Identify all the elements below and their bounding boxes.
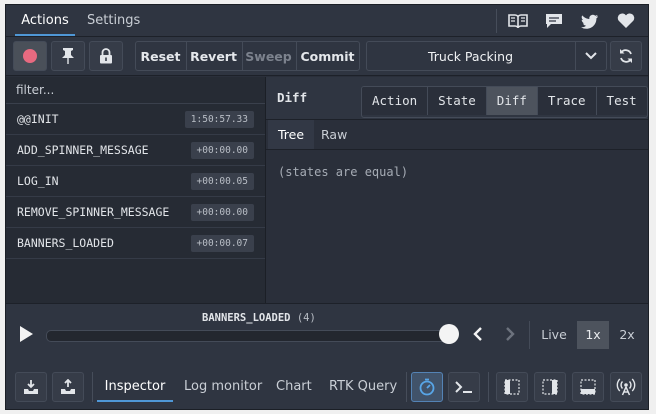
tab-rtk-query[interactable]: RTK Query xyxy=(329,372,397,402)
current-action-name: BANNERS_LOADED xyxy=(202,312,291,324)
speed-1x-button[interactable]: 1x xyxy=(577,321,609,349)
broadcast-antenna-icon xyxy=(616,378,636,396)
tab-action[interactable]: Action xyxy=(362,87,428,115)
dock-left-button[interactable] xyxy=(496,372,528,402)
devtools-window: Actions Settings Reset Revert Sweep Comm… xyxy=(5,4,649,410)
filter-input[interactable]: filter... xyxy=(6,77,265,104)
tab-state[interactable]: State xyxy=(427,87,486,115)
divider xyxy=(496,9,497,33)
export-button[interactable] xyxy=(52,372,84,402)
sync-icon xyxy=(620,49,632,63)
docs-book-icon[interactable] xyxy=(503,9,533,33)
action-name: LOG_IN xyxy=(17,174,59,188)
export-tray-icon xyxy=(61,379,75,394)
action-time: +00:00.00 xyxy=(190,142,254,159)
play-icon[interactable] xyxy=(18,325,34,343)
action-time: +00:00.07 xyxy=(190,235,254,252)
terminal-icon xyxy=(455,381,472,393)
monitor-tab-bar: Inspector Log monitor Chart RTK Query xyxy=(6,364,648,409)
import-button[interactable] xyxy=(15,372,47,402)
chevron-down-icon[interactable] xyxy=(575,41,606,71)
action-time: +00:00.05 xyxy=(190,173,254,190)
divider xyxy=(529,321,530,349)
reset-button[interactable]: Reset xyxy=(136,41,185,71)
inspector-panel: Diff Action State Diff Trace Test Tree R… xyxy=(266,77,648,303)
pin-button[interactable] xyxy=(51,41,85,71)
dock-right-button[interactable] xyxy=(534,372,566,402)
timeline-handle[interactable] xyxy=(439,324,459,344)
step-back-icon[interactable] xyxy=(472,326,484,342)
tab-diff[interactable]: Diff xyxy=(485,87,537,115)
timeline-track[interactable] xyxy=(46,330,452,342)
dock-bottom-button[interactable] xyxy=(572,372,604,402)
action-name: REMOVE_SPINNER_MESSAGE xyxy=(17,205,170,219)
action-name: @@INIT xyxy=(17,112,59,126)
top-tab-bar: Actions Settings xyxy=(6,5,648,37)
remote-button[interactable] xyxy=(610,372,642,402)
instance-select-value: Truck Packing xyxy=(427,48,514,64)
divider xyxy=(92,372,93,402)
revert-button[interactable]: Revert xyxy=(186,41,241,71)
sweep-button[interactable]: Sweep xyxy=(242,41,295,71)
action-row-remove-spinner-message[interactable]: REMOVE_SPINNER_MESSAGE +00:00.00 xyxy=(6,197,265,228)
subtab-tree[interactable]: Tree xyxy=(268,120,315,149)
dock-right-icon xyxy=(542,379,558,395)
twitter-bird-icon[interactable] xyxy=(575,9,605,33)
divider xyxy=(488,372,489,402)
view-subtabs: Tree Raw xyxy=(266,120,648,150)
playback-slider-bar: BANNERS_LOADED (4) Live 1x 2x xyxy=(6,303,648,365)
sync-button[interactable] xyxy=(610,41,642,71)
action-list-panel: filter... @@INIT 1:50:57.33 ADD_SPINNER_… xyxy=(6,77,266,303)
toolbar: Reset Revert Sweep Commit Truck Packing xyxy=(6,37,648,76)
heart-icon[interactable] xyxy=(611,9,641,33)
tab-log-monitor[interactable]: Log monitor xyxy=(184,372,262,402)
record-dot-icon xyxy=(23,49,37,63)
pin-icon xyxy=(62,48,74,64)
lock-icon xyxy=(100,48,112,64)
current-action-label: BANNERS_LOADED (4) xyxy=(202,312,316,324)
action-time: 1:50:57.33 xyxy=(184,111,254,128)
lock-button[interactable] xyxy=(89,41,123,71)
action-row-log-in[interactable]: LOG_IN +00:00.05 xyxy=(6,166,265,197)
action-name: ADD_SPINNER_MESSAGE xyxy=(17,143,149,157)
commit-button[interactable]: Commit xyxy=(296,41,359,71)
speed-2x-button[interactable]: 2x xyxy=(613,321,641,349)
live-toggle[interactable]: Live xyxy=(538,321,570,349)
diff-message: (states are equal) xyxy=(278,165,409,179)
action-time: +00:00.00 xyxy=(190,204,254,221)
import-tray-icon xyxy=(24,380,38,394)
console-button[interactable] xyxy=(448,372,480,402)
tab-test[interactable]: Test xyxy=(595,87,647,115)
action-row-init[interactable]: @@INIT 1:50:57.33 xyxy=(6,104,265,135)
subtab-raw[interactable]: Raw xyxy=(311,120,357,149)
stopwatch-icon xyxy=(419,378,435,396)
tab-trace[interactable]: Trace xyxy=(536,87,596,115)
dock-left-icon xyxy=(504,379,520,395)
current-action-count: (4) xyxy=(296,312,316,324)
tab-chart[interactable]: Chart xyxy=(276,372,312,402)
step-forward-icon[interactable] xyxy=(504,326,516,342)
action-row-banners-loaded[interactable]: BANNERS_LOADED +00:00.07 xyxy=(6,228,265,259)
action-row-add-spinner-message[interactable]: ADD_SPINNER_MESSAGE +00:00.00 xyxy=(6,135,265,166)
tab-actions[interactable]: Actions xyxy=(15,5,75,36)
tab-settings[interactable]: Settings xyxy=(87,5,140,36)
divider xyxy=(406,372,407,402)
inspector-header: Diff Action State Diff Trace Test xyxy=(266,77,648,120)
inspector-tabs: Action State Diff Trace Test xyxy=(361,86,648,118)
persist-timer-button[interactable] xyxy=(411,372,443,402)
chat-bubble-icon[interactable] xyxy=(539,9,569,33)
record-button[interactable] xyxy=(13,41,47,71)
inspector-title: Diff xyxy=(277,90,308,105)
action-name: BANNERS_LOADED xyxy=(17,236,114,250)
tab-inspector[interactable]: Inspector xyxy=(97,372,173,402)
dock-bottom-icon xyxy=(580,379,596,395)
